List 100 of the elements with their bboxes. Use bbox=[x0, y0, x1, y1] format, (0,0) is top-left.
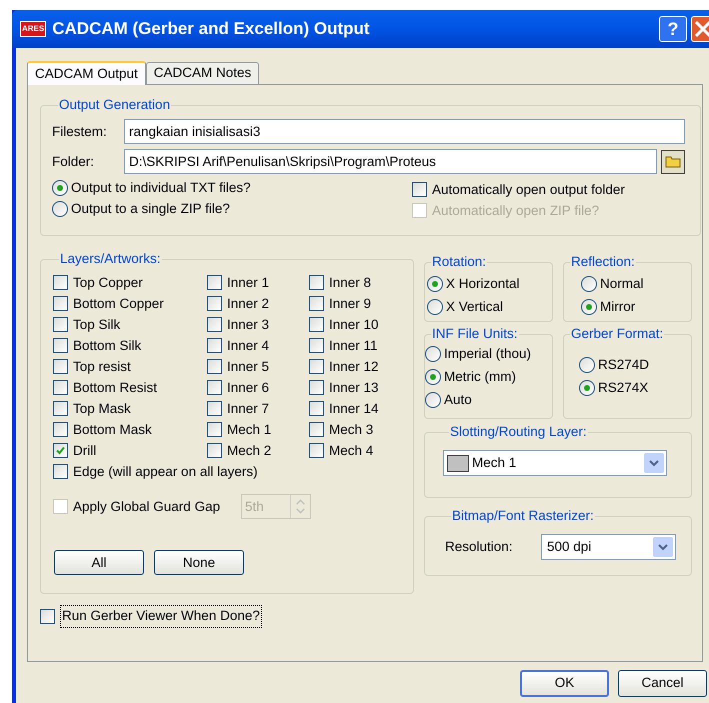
checkbox[interactable] bbox=[53, 422, 68, 438]
group-title: Layers/Artworks: bbox=[59, 250, 162, 268]
tab[interactable]: CADCAM Notes bbox=[146, 62, 260, 84]
checkbox[interactable] bbox=[309, 296, 324, 312]
checkbox-label: Inner 2 bbox=[227, 294, 270, 313]
text-field[interactable]: rangkaian inisialisasi3 bbox=[124, 119, 685, 144]
checkbox[interactable] bbox=[40, 609, 55, 624]
radio-label: Normal bbox=[600, 274, 644, 293]
checkbox-label: Top Mask bbox=[73, 400, 131, 418]
group-title: Bitmap/Font Rasterizer: bbox=[451, 507, 595, 525]
button[interactable]: Cancel bbox=[618, 670, 707, 697]
checkbox[interactable] bbox=[53, 275, 68, 290]
tab[interactable]: CADCAM Output bbox=[27, 61, 146, 85]
radio-button[interactable] bbox=[427, 298, 443, 315]
checkbox[interactable] bbox=[53, 380, 68, 396]
group-title: Slotting/Routing Layer: bbox=[449, 423, 588, 441]
radio-button[interactable] bbox=[581, 276, 597, 292]
checkbox[interactable] bbox=[309, 401, 324, 416]
checkbox-label: Inner 8 bbox=[329, 274, 372, 292]
radio-button[interactable] bbox=[425, 392, 441, 408]
radio-label: Output to a single ZIP file? bbox=[71, 200, 230, 218]
checkbox[interactable] bbox=[53, 443, 68, 458]
radio-button[interactable] bbox=[579, 356, 595, 373]
checkbox[interactable] bbox=[53, 359, 68, 374]
help-button[interactable]: ? bbox=[659, 16, 687, 42]
checkbox-label: Inner 4 bbox=[227, 336, 270, 355]
checkbox[interactable] bbox=[309, 443, 324, 458]
field-label: Filestem: bbox=[52, 122, 108, 141]
radio-label: RS274X bbox=[598, 378, 648, 397]
checkbox-label: Inner 9 bbox=[329, 294, 372, 313]
radio-button[interactable] bbox=[427, 276, 443, 292]
radio-button[interactable] bbox=[579, 380, 595, 396]
radio-label: RS274D bbox=[598, 356, 650, 374]
app-logo: ARES bbox=[20, 21, 46, 37]
checkbox[interactable] bbox=[53, 338, 68, 354]
checkbox-label: Mech 4 bbox=[329, 442, 374, 460]
checkbox[interactable] bbox=[309, 317, 324, 332]
radio-label: X Horizontal bbox=[446, 274, 520, 293]
checkbox[interactable] bbox=[207, 401, 222, 416]
dropdown[interactable]: Mech 1 bbox=[443, 450, 667, 476]
checkbox-label: Inner 3 bbox=[227, 316, 270, 334]
checkbox[interactable] bbox=[207, 275, 222, 290]
checkbox[interactable] bbox=[207, 443, 222, 458]
group-title: Output Generation bbox=[58, 96, 172, 114]
button[interactable]: OK bbox=[520, 670, 609, 697]
checkbox[interactable] bbox=[207, 359, 222, 374]
group-title: Reflection: bbox=[570, 253, 636, 271]
button[interactable]: All bbox=[54, 550, 144, 576]
checkbox-label: Bottom Copper bbox=[73, 294, 164, 313]
checkbox[interactable] bbox=[53, 296, 68, 312]
checkbox[interactable] bbox=[207, 296, 222, 312]
radio-label: Output to individual TXT files? bbox=[71, 178, 251, 197]
checkbox[interactable] bbox=[309, 275, 324, 290]
button[interactable]: None bbox=[154, 550, 244, 576]
checkbox-label: Inner 14 bbox=[329, 400, 379, 418]
field-label: Folder: bbox=[52, 152, 96, 171]
checkbox-label: Top Copper bbox=[73, 274, 143, 292]
radio-button[interactable] bbox=[581, 298, 597, 315]
checkbox[interactable] bbox=[207, 422, 222, 438]
checkbox[interactable] bbox=[309, 422, 324, 438]
color-swatch bbox=[447, 454, 469, 472]
window-title: CADCAM (Gerber and Excellon) Output bbox=[52, 18, 371, 40]
checkbox[interactable] bbox=[53, 317, 68, 332]
checkbox[interactable] bbox=[309, 338, 324, 354]
checkbox[interactable] bbox=[309, 359, 324, 374]
group-title: INF File Units: bbox=[431, 325, 519, 343]
radio-button[interactable] bbox=[425, 368, 441, 385]
checkbox-label: Inner 11 bbox=[329, 336, 378, 355]
checkbox-label: Bottom Mask bbox=[73, 420, 152, 439]
checkbox-label: Inner 5 bbox=[227, 358, 270, 376]
radio-label: Auto bbox=[444, 390, 472, 409]
checkbox[interactable] bbox=[53, 401, 68, 416]
radio-button[interactable] bbox=[425, 346, 441, 362]
text-field[interactable]: D:\SKRIPSI Arif\Penulisan\Skripsi\Program\Proteus bbox=[124, 149, 657, 174]
radio-label: Imperial (thou) bbox=[444, 344, 532, 363]
checkbox-label: Inner 12 bbox=[329, 358, 379, 376]
checkbox-label: Apply Global Guard Gap bbox=[73, 498, 220, 516]
checkbox[interactable] bbox=[309, 380, 324, 396]
close-button[interactable] bbox=[691, 16, 709, 42]
radio-label: X Vertical bbox=[446, 298, 504, 316]
checkbox-label: Inner 10 bbox=[329, 316, 379, 334]
checkbox[interactable] bbox=[53, 464, 68, 480]
checkbox[interactable] bbox=[207, 380, 222, 396]
check-icon bbox=[54, 444, 67, 458]
checkbox-label: Edge (will appear on all layers) bbox=[73, 462, 258, 481]
checkbox-label: Inner 7 bbox=[227, 400, 270, 418]
checkbox[interactable] bbox=[412, 182, 427, 198]
checkbox-label: Automatically open ZIP file? bbox=[432, 202, 600, 220]
checkbox-label: Mech 2 bbox=[227, 442, 272, 460]
group-title: Gerber Format: bbox=[570, 325, 664, 343]
folder-button[interactable] bbox=[661, 150, 685, 174]
checkbox[interactable] bbox=[207, 338, 222, 354]
radio-button[interactable] bbox=[52, 200, 68, 217]
radio-label: Mirror bbox=[600, 298, 636, 316]
checkbox[interactable] bbox=[207, 317, 222, 332]
dropdown[interactable]: 500 dpi bbox=[541, 534, 676, 560]
checkbox-label: Top resist bbox=[73, 358, 131, 376]
radio-button[interactable] bbox=[52, 180, 68, 196]
checkbox-label: Bottom Silk bbox=[73, 336, 142, 355]
group-title: Rotation: bbox=[431, 253, 488, 271]
